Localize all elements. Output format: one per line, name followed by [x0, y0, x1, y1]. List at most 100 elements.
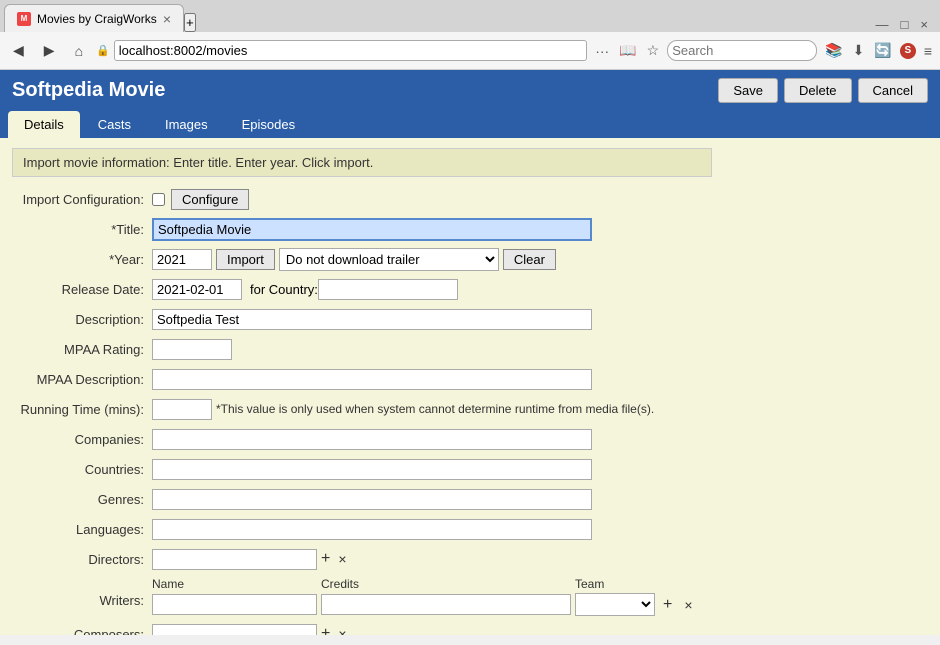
- header-buttons: Save Delete Cancel: [718, 78, 928, 103]
- countries-input[interactable]: [152, 459, 592, 480]
- directors-add-button[interactable]: +: [317, 550, 334, 568]
- writer-name-input[interactable]: [152, 594, 317, 615]
- reader-icon[interactable]: 📖: [617, 40, 638, 61]
- runtime-note: *This value is only used when system can…: [216, 402, 654, 416]
- writers-remove-button[interactable]: ×: [680, 597, 696, 613]
- bookmark-icon[interactable]: ☆: [645, 40, 662, 61]
- tab-episodes[interactable]: Episodes: [226, 111, 311, 138]
- tab-casts[interactable]: Casts: [82, 111, 147, 138]
- mpaa-description-label: MPAA Description:: [12, 372, 152, 387]
- directors-remove-button[interactable]: ×: [334, 551, 350, 567]
- import-config-row: Import Configuration: Configure: [12, 187, 928, 211]
- description-row: Description:: [12, 307, 928, 331]
- import-config-label: Import Configuration:: [12, 192, 152, 207]
- lock-icon: 🔒: [96, 44, 110, 57]
- release-date-input[interactable]: [152, 279, 242, 300]
- app-container: Softpedia Movie Save Delete Cancel Detai…: [0, 70, 940, 138]
- year-input[interactable]: [152, 249, 212, 270]
- address-bar[interactable]: [114, 40, 587, 61]
- favicon: M: [17, 12, 31, 26]
- clear-button[interactable]: Clear: [503, 249, 556, 270]
- configure-button[interactable]: Configure: [171, 189, 249, 210]
- trailer-dropdown[interactable]: Do not download trailer Download trailer…: [279, 248, 499, 271]
- mpaa-description-row: MPAA Description:: [12, 367, 928, 391]
- description-label: Description:: [12, 312, 152, 327]
- languages-label: Languages:: [12, 522, 152, 537]
- cancel-button[interactable]: Cancel: [858, 78, 928, 103]
- home-button[interactable]: ⌂: [68, 40, 90, 62]
- companies-label: Companies:: [12, 432, 152, 447]
- sync-icon[interactable]: 🔄: [872, 40, 893, 61]
- forward-button[interactable]: ▶: [37, 39, 62, 62]
- tab-title: Movies by CraigWorks: [37, 12, 157, 26]
- minimize-button[interactable]: —: [876, 17, 889, 32]
- app-title: Softpedia Movie: [12, 79, 165, 102]
- genres-input[interactable]: [152, 489, 592, 510]
- tab-images[interactable]: Images: [149, 111, 224, 138]
- year-row: *Year: Import Do not download trailer Do…: [12, 247, 928, 271]
- running-time-input[interactable]: [152, 399, 212, 420]
- release-date-row: Release Date: for Country:: [12, 277, 928, 301]
- window-close-button[interactable]: ×: [920, 17, 928, 32]
- browser-toolbar: ◀ ▶ ⌂ 🔒 ··· 📖 ☆ 📚 ⬇ 🔄 S ≡: [0, 32, 940, 70]
- save-button[interactable]: Save: [718, 78, 778, 103]
- extensions-icon[interactable]: ···: [593, 41, 611, 61]
- languages-input[interactable]: [152, 519, 592, 540]
- back-button[interactable]: ◀: [6, 39, 31, 62]
- country-input[interactable]: [318, 279, 458, 300]
- browser-window: M Movies by CraigWorks × + — □ × ◀ ▶ ⌂ 🔒…: [0, 0, 940, 70]
- search-input[interactable]: [667, 40, 817, 61]
- menu-icon[interactable]: ≡: [922, 41, 934, 61]
- title-label: *Title:: [12, 222, 152, 237]
- mpaa-rating-label: MPAA Rating:: [12, 342, 152, 357]
- directors-row: Directors: + ×: [12, 547, 928, 571]
- tab-details[interactable]: Details: [8, 111, 80, 138]
- library-icon[interactable]: 📚: [823, 40, 844, 61]
- directors-label: Directors:: [12, 552, 152, 567]
- tabs-bar: Details Casts Images Episodes: [0, 111, 940, 138]
- title-row: *Title:: [12, 217, 928, 241]
- composers-label: Composers:: [12, 627, 152, 636]
- writer-team-select[interactable]: [575, 593, 655, 616]
- delete-button[interactable]: Delete: [784, 78, 852, 103]
- year-label: *Year:: [12, 252, 152, 267]
- composers-add-button[interactable]: +: [317, 625, 334, 635]
- companies-input[interactable]: [152, 429, 592, 450]
- toolbar-icons: ··· 📖 ☆: [593, 40, 661, 61]
- writers-add-button[interactable]: +: [659, 596, 676, 614]
- import-button[interactable]: Import: [216, 249, 275, 270]
- countries-row: Countries:: [12, 457, 928, 481]
- download-icon[interactable]: ⬇: [851, 40, 867, 61]
- languages-row: Languages:: [12, 517, 928, 541]
- mpaa-description-input[interactable]: [152, 369, 592, 390]
- writers-row: Writers: Name Credits Team + ×: [12, 577, 928, 616]
- writers-section: Name Credits Team + ×: [152, 577, 697, 616]
- composers-remove-button[interactable]: ×: [334, 626, 350, 635]
- content-area: Import movie information: Enter title. E…: [0, 138, 940, 635]
- writers-header: Name Credits Team: [152, 577, 697, 591]
- new-tab-button[interactable]: +: [184, 13, 196, 32]
- directors-input[interactable]: [152, 549, 317, 570]
- writers-label: Writers:: [12, 577, 152, 608]
- composers-row: Composers: + ×: [12, 622, 928, 635]
- mpaa-rating-row: MPAA Rating:: [12, 337, 928, 361]
- title-input[interactable]: [152, 218, 592, 241]
- address-bar-group: 🔒: [96, 40, 587, 61]
- writer-credits-input[interactable]: [321, 594, 571, 615]
- running-time-row: Running Time (mins): *This value is only…: [12, 397, 928, 421]
- active-tab[interactable]: M Movies by CraigWorks ×: [4, 4, 184, 32]
- running-time-label: Running Time (mins):: [12, 402, 152, 417]
- writers-input-row: + ×: [152, 593, 697, 616]
- writers-team-col: Team: [575, 577, 655, 591]
- description-input[interactable]: [152, 309, 592, 330]
- maximize-button[interactable]: □: [901, 17, 909, 32]
- import-config-checkbox[interactable]: [152, 193, 165, 206]
- for-country-label: for Country:: [250, 282, 318, 297]
- composers-input[interactable]: [152, 624, 317, 636]
- release-date-label: Release Date:: [12, 282, 152, 297]
- tab-close-icon[interactable]: ×: [163, 11, 171, 27]
- mpaa-rating-input[interactable]: [152, 339, 232, 360]
- browser-tab-bar: M Movies by CraigWorks × + — □ ×: [0, 0, 940, 32]
- writers-name-col: Name: [152, 577, 317, 591]
- profile-icon[interactable]: S: [900, 43, 916, 59]
